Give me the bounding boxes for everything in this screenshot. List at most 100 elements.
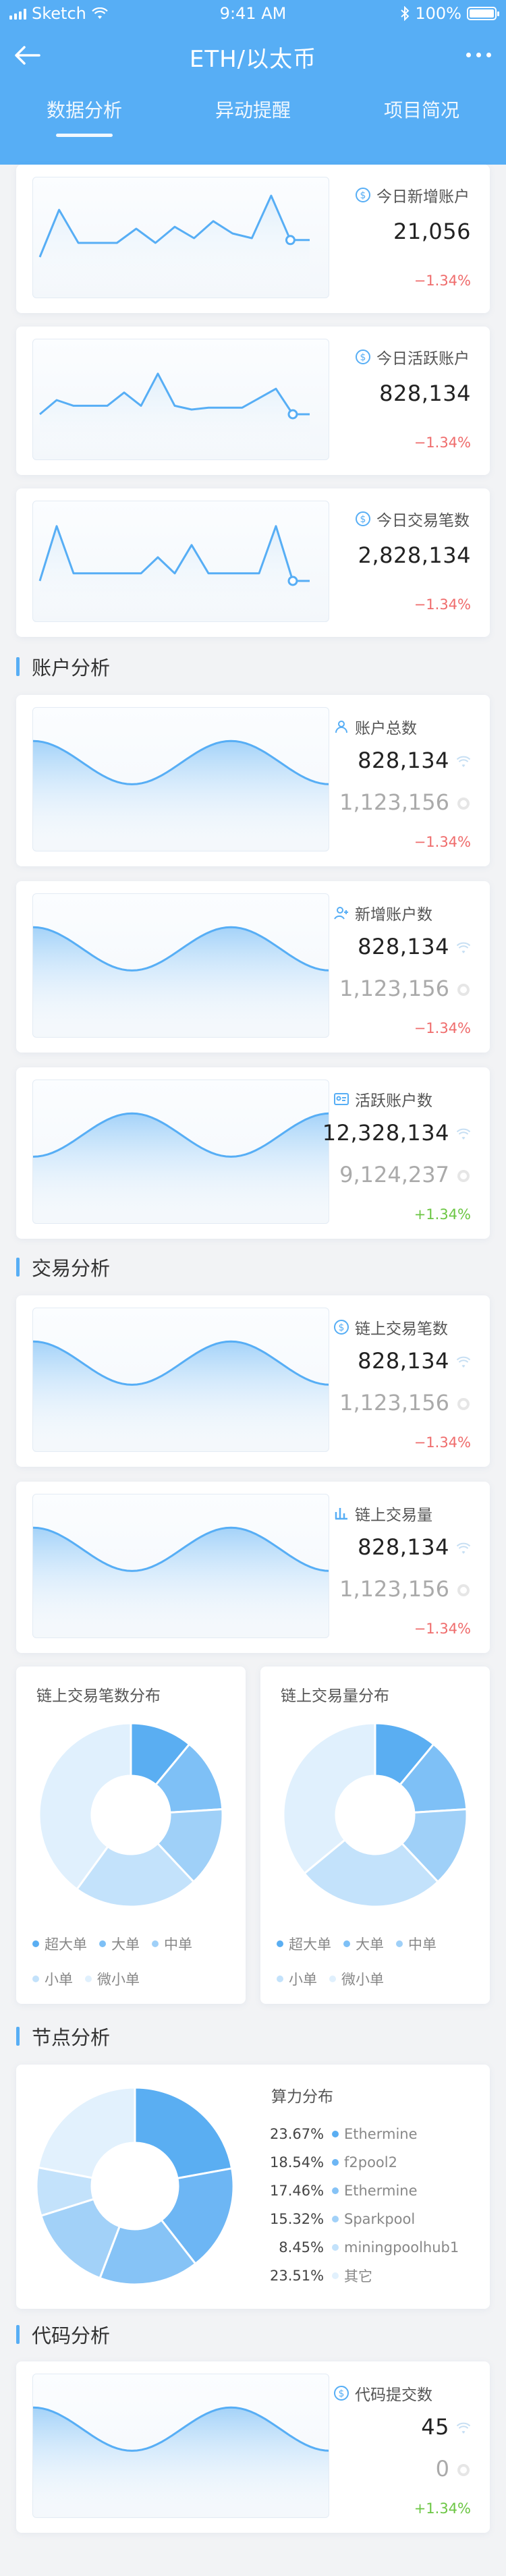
metric-label-text: 代码提交数 bbox=[355, 2386, 432, 2404]
wifi-signal-icon bbox=[456, 942, 471, 953]
pie-legend: 超大单 大单 中单 小单 微小单 bbox=[32, 1934, 235, 2004]
section-code-analysis: 代码分析 bbox=[16, 2321, 110, 2348]
data-point bbox=[287, 576, 298, 586]
area-fill bbox=[33, 2407, 329, 2517]
coin-badge-icon bbox=[457, 1170, 470, 1182]
line-area bbox=[40, 373, 310, 459]
list-item: 23.51% 其它 bbox=[270, 2268, 372, 2285]
new-accounts-today-card[interactable]: $ 今日新增账户 21,056 −1.34% bbox=[16, 165, 490, 313]
svg-text:$: $ bbox=[339, 2388, 345, 2399]
pie-title: 链上交易笔数分布 bbox=[36, 1687, 161, 1705]
area-chart-svg bbox=[33, 2406, 329, 2517]
legend-item: 大单 bbox=[99, 1934, 140, 1954]
area-chart-svg bbox=[33, 1340, 329, 1451]
coin-badge-icon bbox=[457, 1398, 470, 1410]
onchain-tx-count-card[interactable]: $ 链上交易笔数 828,134 1,123,156 −1.34% bbox=[16, 1295, 490, 1467]
metric-secondary-value: 1,123,156 bbox=[339, 789, 471, 815]
metric-label: 活跃账户数 bbox=[333, 1088, 432, 1111]
legend-item: 中单 bbox=[396, 1934, 437, 1954]
metric-change: +1.34% bbox=[414, 2500, 471, 2517]
metric-change: −1.34% bbox=[414, 596, 471, 613]
area-chart bbox=[32, 1080, 329, 1224]
list-item: 8.45% miningpoolhub1 bbox=[279, 2239, 459, 2256]
line-chart-svg bbox=[38, 194, 310, 298]
legend-item: 超大单 bbox=[277, 1934, 331, 1954]
wifi-signal-icon bbox=[456, 2422, 471, 2434]
metric-secondary-value: 1,123,156 bbox=[339, 976, 471, 1001]
metric-value: 45 bbox=[421, 2414, 471, 2440]
active-accounts-card[interactable]: 活跃账户数 12,328,134 9,124,237 +1.34% bbox=[16, 1067, 490, 1239]
area-fill bbox=[33, 1528, 329, 1637]
metric-value: 828,134 bbox=[379, 381, 471, 406]
donut-chart bbox=[35, 2086, 235, 2286]
more-button[interactable] bbox=[457, 45, 491, 65]
code-icon: $ bbox=[334, 2386, 349, 2401]
area-chart bbox=[32, 893, 329, 1038]
user-add-icon bbox=[334, 906, 348, 920]
metric-label: $ 链上交易笔数 bbox=[333, 1316, 448, 1339]
metric-secondary-value: 9,124,237 bbox=[339, 1162, 471, 1187]
hashrate-distribution-card[interactable]: 算力分布 23.67% Ethermine 18.54% f2pool2 17.46… bbox=[16, 2065, 490, 2309]
section-marker bbox=[16, 2027, 20, 2046]
status-bar: Sketch 9:41 AM 100% bbox=[0, 0, 506, 27]
transactions-today-card[interactable]: $ 今日交易笔数 2,828,134 −1.34% bbox=[16, 488, 490, 637]
list-item: 17.46% Ethermine bbox=[270, 2183, 418, 2199]
code-commits-card[interactable]: $ 代码提交数 45 0 +1.34% bbox=[16, 2361, 490, 2533]
metric-label-text: 今日新增账户 bbox=[376, 188, 470, 206]
metric-change: −1.34% bbox=[414, 1020, 471, 1036]
metric-change: +1.34% bbox=[414, 1206, 471, 1223]
new-accounts-card[interactable]: 新增账户数 828,134 1,123,156 −1.34% bbox=[16, 881, 490, 1053]
list-item: 23.67% Ethermine bbox=[270, 2126, 418, 2142]
dollar-icon: $ bbox=[356, 188, 370, 202]
metric-change: −1.34% bbox=[414, 273, 471, 289]
tab-project-info[interactable]: 项目简况 bbox=[337, 96, 506, 139]
line-chart bbox=[32, 339, 329, 460]
hashrate-list: 23.67% Ethermine 18.54% f2pool2 17.46% Ethe… bbox=[270, 2120, 479, 2290]
coin-badge-icon bbox=[457, 1584, 470, 1596]
area-fill bbox=[33, 741, 329, 851]
section-trade-analysis: 交易分析 bbox=[16, 1254, 110, 1281]
id-card-icon bbox=[334, 1093, 349, 1105]
section-marker bbox=[16, 1258, 20, 1277]
section-title: 代码分析 bbox=[32, 2324, 111, 2347]
metric-label-text: 今日交易笔数 bbox=[376, 512, 470, 530]
line-chart bbox=[32, 501, 329, 622]
pie-legend: 超大单 大单 中单 小单 微小单 bbox=[277, 1934, 479, 2004]
metric-change: −1.34% bbox=[414, 1434, 471, 1451]
header: Sketch 9:41 AM 100% ETH/以太币 数据分析 异动提醒 项目… bbox=[0, 0, 506, 165]
metric-value: 828,134 bbox=[358, 1348, 471, 1374]
metric-secondary-value: 1,123,156 bbox=[339, 1390, 471, 1416]
wifi-signal-icon bbox=[456, 1542, 471, 1554]
page-title: ETH/以太币 bbox=[189, 46, 317, 73]
metric-label: 账户总数 bbox=[333, 715, 417, 738]
line-area bbox=[40, 196, 310, 298]
tab-data-analysis[interactable]: 数据分析 bbox=[0, 96, 169, 139]
total-accounts-card[interactable]: 账户总数 828,134 1,123,156 −1.34% bbox=[16, 695, 490, 866]
area-chart-svg bbox=[33, 1112, 329, 1223]
wifi-signal-icon bbox=[456, 756, 471, 767]
metric-change: −1.34% bbox=[414, 834, 471, 850]
svg-text:$: $ bbox=[360, 352, 366, 363]
area-fill bbox=[33, 1341, 329, 1451]
metric-label-text: 今日活跃账户 bbox=[376, 350, 470, 368]
pie-slice bbox=[134, 2086, 233, 2180]
data-point bbox=[287, 409, 298, 420]
metric-label-text: 活跃账户数 bbox=[355, 1092, 432, 1110]
tx-count-distribution-card[interactable]: 链上交易笔数分布 超大单 大单 中单 小单 微小单 bbox=[16, 1667, 246, 2004]
tx-volume-distribution-card[interactable]: 链上交易量分布 超大单 大单 中单 小单 微小单 bbox=[260, 1667, 490, 2004]
data-point bbox=[285, 235, 296, 246]
area-chart-svg bbox=[33, 739, 329, 851]
area-chart bbox=[32, 1494, 329, 1638]
legend-item: 大单 bbox=[343, 1934, 384, 1954]
coin-badge-icon bbox=[457, 984, 470, 996]
metric-label: 新增账户数 bbox=[333, 901, 432, 924]
metric-label: $ 今日新增账户 bbox=[355, 184, 470, 206]
tab-alerts[interactable]: 异动提醒 bbox=[169, 96, 337, 139]
coin-icon: $ bbox=[334, 1320, 349, 1335]
metric-value: 12,328,134 bbox=[322, 1120, 471, 1146]
legend-item: 微小单 bbox=[329, 1969, 384, 1989]
metric-value: 2,828,134 bbox=[358, 542, 471, 568]
onchain-tx-volume-card[interactable]: 链上交易量 828,134 1,123,156 −1.34% bbox=[16, 1482, 490, 1653]
active-accounts-today-card[interactable]: $ 今日活跃账户 828,134 −1.34% bbox=[16, 327, 490, 475]
list-item: 18.54% f2pool2 bbox=[270, 2154, 397, 2171]
